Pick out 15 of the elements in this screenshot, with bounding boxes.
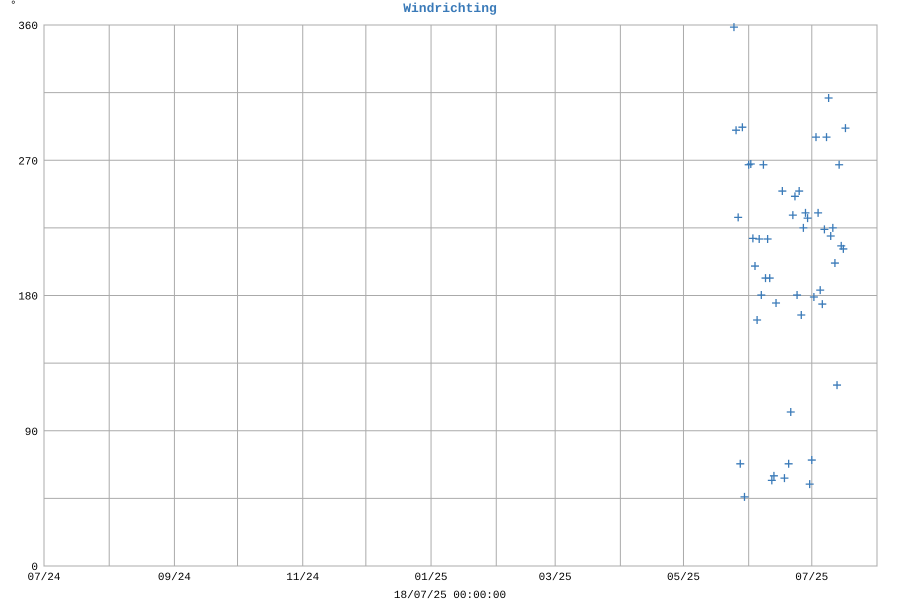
y-axis-label: ° <box>10 0 17 12</box>
x-tick-label: 09/24 <box>158 572 191 584</box>
y-tick-label: 0 <box>31 562 38 574</box>
y-tick-label: 360 <box>18 21 38 33</box>
x-tick-label: 01/25 <box>414 572 448 584</box>
x-tick-label: 11/24 <box>286 572 320 584</box>
x-axis-label: 18/07/25 00:00:00 <box>394 590 506 600</box>
y-tick-label: 90 <box>24 426 38 439</box>
y-tick-label: 180 <box>18 292 38 304</box>
y-tick-label: 270 <box>18 156 38 168</box>
x-tick-label: 05/25 <box>666 572 700 584</box>
x-tick-label: 07/24 <box>28 572 60 584</box>
x-tick-label: 07/25 <box>795 572 828 584</box>
chart-title: Windrichting <box>403 1 497 16</box>
x-tick-label: 03/25 <box>538 572 572 584</box>
